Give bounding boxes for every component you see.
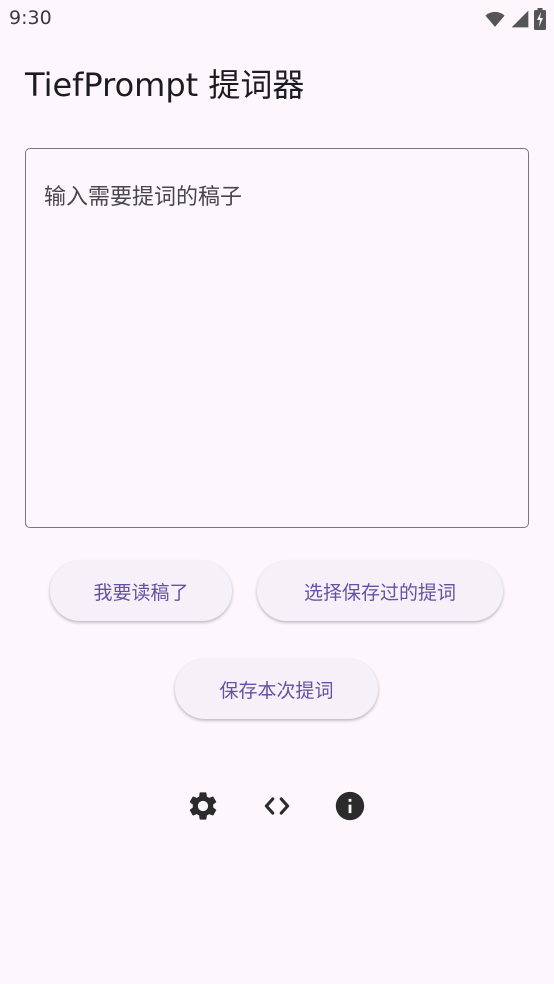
battery-charging-icon bbox=[534, 8, 546, 30]
script-input-box bbox=[25, 148, 529, 528]
settings-icon bbox=[189, 792, 217, 820]
cellular-signal-icon bbox=[511, 10, 529, 28]
settings-button[interactable] bbox=[183, 786, 223, 826]
status-icons bbox=[484, 8, 546, 30]
status-time: 9:30 bbox=[9, 7, 52, 29]
source-code-button[interactable] bbox=[257, 786, 297, 826]
page-title: TiefPrompt 提词器 bbox=[25, 66, 305, 104]
wifi-icon bbox=[485, 11, 505, 27]
save-prompt-button[interactable]: 保存本次提词 bbox=[175, 659, 378, 719]
code-icon bbox=[264, 797, 290, 815]
start-reading-button[interactable]: 我要读稿了 bbox=[50, 561, 232, 621]
script-input[interactable] bbox=[26, 149, 528, 527]
status-bar: 9:30 bbox=[0, 0, 554, 38]
about-button[interactable] bbox=[330, 786, 370, 826]
select-saved-prompt-button[interactable]: 选择保存过的提词 bbox=[257, 561, 503, 621]
info-icon bbox=[335, 791, 365, 821]
